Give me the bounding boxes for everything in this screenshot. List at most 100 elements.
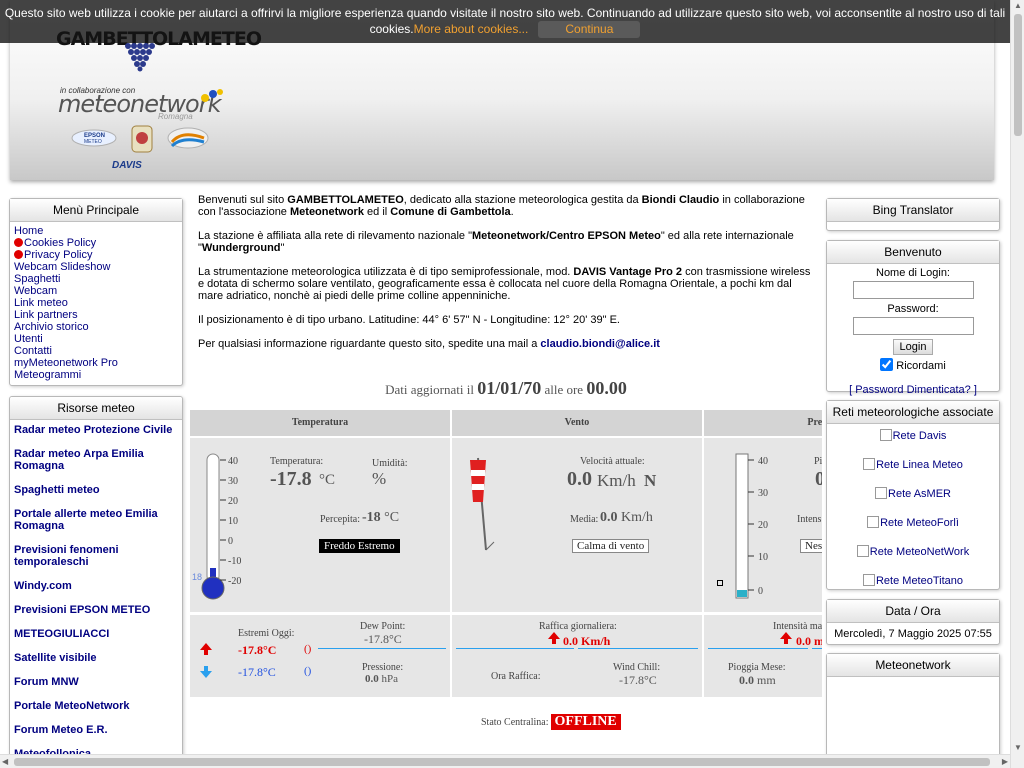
login-title: Benvenuto xyxy=(827,241,999,264)
vertical-scrollbar[interactable]: ▲ ▼ xyxy=(1010,0,1024,768)
network-link[interactable]: Rete MeteoForlì xyxy=(827,516,999,529)
arrow-up-icon xyxy=(780,632,792,644)
networks-list: Rete Davis Rete Linea Meteo Rete AsMER R… xyxy=(827,424,999,602)
rain-scale-label: 30 xyxy=(758,488,768,499)
network-link[interactable]: Rete MeteoTitano xyxy=(827,574,999,587)
scroll-right-icon[interactable]: ▶ xyxy=(1002,757,1008,766)
temp-scale-label: 0 xyxy=(228,536,233,547)
rain-scale-label: 40 xyxy=(758,456,768,467)
precip-cell: 40 30 20 10 0 Pi 0 Intens Nes xyxy=(704,438,822,612)
extremes-label: Estremi Oggi: xyxy=(238,628,295,639)
network-link[interactable]: Rete MeteoNetWork xyxy=(827,545,999,558)
password-input[interactable] xyxy=(852,317,974,335)
menu-item-cookies-policy[interactable]: Cookies Policy xyxy=(14,237,178,249)
gust-label: Raffica giornaliera: xyxy=(539,621,617,632)
resource-link[interactable]: Forum Meteo E.R. xyxy=(14,724,178,736)
scroll-down-icon[interactable]: ▼ xyxy=(1014,743,1022,752)
temp-label: Temperatura: xyxy=(270,456,324,467)
datetime-value: Mercoledì, 7 Maggio 2025 07:55 xyxy=(834,628,992,640)
broken-image-icon xyxy=(875,487,888,499)
resource-link[interactable]: Radar meteo Arpa Emilia Romagna xyxy=(14,448,178,472)
wind-speed-label: Velocità attuale: xyxy=(580,456,645,467)
menu-item-privacy-policy[interactable]: Privacy Policy xyxy=(14,249,178,261)
resource-link[interactable]: Windy.com xyxy=(14,580,178,592)
cookie-banner: Questo sito web utilizza i cookie per ai… xyxy=(0,0,1010,43)
resource-link[interactable]: Portale MeteoNetwork xyxy=(14,700,178,712)
login-name-input[interactable] xyxy=(852,281,974,299)
menu-item-home[interactable]: Home xyxy=(14,225,178,237)
scroll-up-icon[interactable]: ▲ xyxy=(1014,1,1022,10)
wind-status-badge: Calma di vento xyxy=(572,539,650,553)
resource-link[interactable]: Forum MNW xyxy=(14,676,178,688)
wind-avg-value: 0.0 Km/h xyxy=(600,510,653,525)
remember-checkbox[interactable] xyxy=(880,358,894,371)
menu-item-archivio-storico[interactable]: Archivio storico xyxy=(14,321,178,333)
menu-item-spaghetti[interactable]: Spaghetti xyxy=(14,273,178,285)
login-name-label: Nome di Login: xyxy=(876,267,950,279)
intro-paragraph-3: La strumentazione meteorologica utilizza… xyxy=(198,266,811,302)
datetime-box: Data / Ora Mercoledì, 7 Maggio 2025 07:5… xyxy=(826,599,1000,645)
pressure-label: Pressione: xyxy=(362,662,404,673)
resource-link[interactable]: Portale allerte meteo Emilia Romagna xyxy=(14,508,178,532)
rain-status-badge: Nes xyxy=(800,539,822,553)
windsock-icon xyxy=(470,457,495,551)
main-menu-list: Home Cookies Policy Privacy Policy Webca… xyxy=(10,222,182,384)
network-link[interactable]: Rete Linea Meteo xyxy=(827,458,999,471)
intro-paragraph-1: Benvenuti sul sito GAMBETTOLAMETEO, dedi… xyxy=(198,194,805,218)
menu-item-webcam-slideshow[interactable]: Webcam Slideshow xyxy=(14,261,178,273)
cookie-more-link[interactable]: More about cookies... xyxy=(414,22,529,36)
login-button[interactable]: Login xyxy=(892,339,934,355)
rain-intensity-max-label: Intensità ma xyxy=(773,621,822,632)
main-menu-box: Menù Principale Home Cookies Policy Priv… xyxy=(9,198,183,386)
menu-item-link-meteo[interactable]: Link meteo xyxy=(14,297,178,309)
cookie-continue-button[interactable]: Continua xyxy=(538,21,641,38)
rain-intensity-label: Intens xyxy=(797,514,822,525)
meteonetwork-box: Meteonetwork xyxy=(826,653,1000,768)
login-box: Benvenuto Nome di Login: Password: Login… xyxy=(826,240,1000,396)
meteonetwork-logo[interactable]: meteonetwork xyxy=(58,90,221,118)
temp-scale-label: 40 xyxy=(228,456,238,467)
month-rain-value: 0.0 mm xyxy=(739,673,776,687)
meteonetwork-dots-icon xyxy=(201,89,223,102)
humidity-label: Umidità: xyxy=(372,458,408,469)
network-link[interactable]: Rete AsMER xyxy=(827,487,999,500)
resources-title: Risorse meteo xyxy=(10,397,182,420)
precip-header: Precipitaz xyxy=(704,410,822,436)
temp-scale-label: 20 xyxy=(228,496,238,507)
menu-item-mymeteonetwork-pro[interactable]: myMeteonetwork Pro xyxy=(14,357,178,369)
red-dot-icon xyxy=(14,250,23,259)
broken-image-icon xyxy=(879,429,892,441)
wind-speed-unit: Km/h xyxy=(597,471,636,490)
temp-scale-label: 30 xyxy=(228,476,238,487)
vertical-scroll-thumb[interactable] xyxy=(1014,14,1022,136)
resource-link[interactable]: Radar meteo Protezione Civile xyxy=(14,424,178,436)
resource-link[interactable]: Spaghetti meteo xyxy=(14,484,178,496)
wind-chill-label: Wind Chill: xyxy=(613,662,661,673)
resource-link[interactable]: METEOGIULIACCI xyxy=(14,628,178,640)
resource-link[interactable]: Previsioni EPSON METEO xyxy=(14,604,178,616)
max-temp-value: -17.8°C xyxy=(238,643,277,657)
menu-item-contatti[interactable]: Contatti xyxy=(14,345,178,357)
perceived-label: Percepita: xyxy=(320,514,360,525)
menu-item-webcam[interactable]: Webcam xyxy=(14,285,178,297)
menu-item-link-partners[interactable]: Link partners xyxy=(14,309,178,321)
scroll-left-icon[interactable]: ◀ xyxy=(2,757,8,766)
temp-scale-label: -20 xyxy=(228,576,242,587)
divider-line xyxy=(578,648,698,649)
horizontal-scroll-thumb[interactable] xyxy=(14,758,990,766)
contact-email-link[interactable]: claudio.biondi@alice.it xyxy=(540,338,660,350)
bing-translator-box: Bing Translator xyxy=(826,198,1000,231)
password-label: Password: xyxy=(887,303,939,315)
menu-item-meteogrammi[interactable]: Meteogrammi xyxy=(14,369,178,381)
forgot-password-link[interactable]: [ Password Dimenticata? ] xyxy=(827,384,999,396)
menu-item-utenti[interactable]: Utenti xyxy=(14,333,178,345)
resource-link[interactable]: Previsioni fenomeni temporaleschi xyxy=(14,544,178,568)
rain-intensity-max-value: 0.0 m xyxy=(796,634,822,648)
month-rain-label: Pioggia Mese: xyxy=(728,662,786,673)
arrow-down-icon xyxy=(200,666,212,678)
network-link[interactable]: Rete Davis xyxy=(827,429,999,442)
resource-link[interactable]: Satellite visibile xyxy=(14,652,178,664)
gust-time-label: Ora Raffica: xyxy=(491,671,541,682)
horizontal-scrollbar[interactable]: ◀ ▶ xyxy=(0,754,1010,768)
temperature-header: Temperatura xyxy=(190,410,450,436)
